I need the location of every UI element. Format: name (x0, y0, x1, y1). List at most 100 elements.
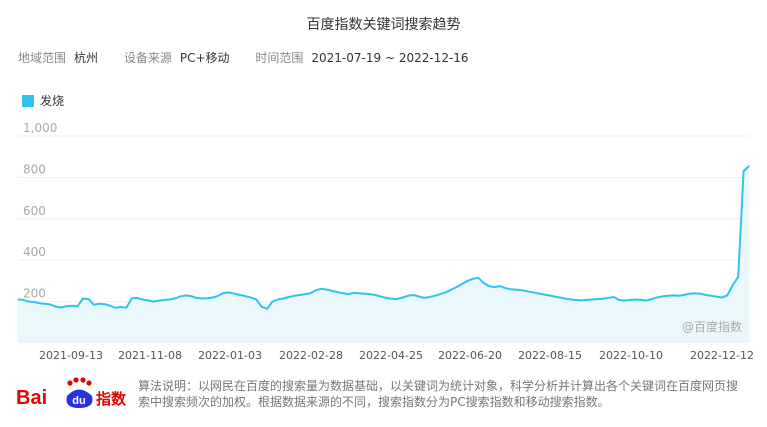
data-point (412, 294, 414, 296)
baidu-index-logo: Bai du 指数 (16, 377, 127, 409)
series-line[interactable] (17, 165, 750, 310)
data-point (120, 306, 122, 308)
data-point (49, 303, 52, 306)
data-point (645, 300, 647, 302)
data-point (493, 286, 496, 288)
data-point (77, 305, 79, 307)
data-point (434, 295, 436, 297)
data-point (661, 295, 664, 297)
data-point (515, 289, 517, 291)
data-point (688, 293, 691, 295)
algorithm-note: 算法说明：以网民在百度的搜索量为数据基础，以关键词为统计对象，科学分析并计算出各… (138, 379, 739, 409)
data-point (726, 294, 728, 296)
time-range-value: 2021-07-19 ~ 2022-12-16 (311, 51, 469, 65)
svg-text:指数: 指数 (96, 390, 127, 408)
data-point (185, 294, 187, 296)
data-point (737, 276, 739, 278)
data-point (320, 288, 322, 290)
data-point (82, 297, 84, 300)
legend-swatch (22, 94, 34, 107)
data-point (66, 305, 68, 307)
data-point (672, 294, 674, 296)
x-tick-label: 2021-11-08 (118, 349, 182, 362)
legend[interactable]: 发烧 (22, 92, 64, 109)
data-point (472, 278, 474, 280)
data-point (683, 294, 685, 296)
x-tick-label: 2022-06-20 (438, 349, 502, 362)
x-tick-label: 2022-08-15 (518, 349, 582, 362)
data-point (607, 297, 609, 299)
data-point (147, 299, 149, 301)
data-point (22, 299, 24, 301)
data-point (60, 306, 62, 308)
svg-text:Bai: Bai (16, 387, 47, 409)
data-point (623, 300, 626, 302)
data-point (743, 170, 745, 172)
data-point (28, 301, 30, 303)
data-point (385, 297, 387, 299)
y-axis-ticks: 1,000 800 600 400 200 (23, 121, 57, 301)
data-point (586, 299, 588, 301)
data-point (347, 293, 349, 295)
y-tick-label: 1,000 (23, 121, 57, 135)
data-point (558, 296, 561, 299)
data-point (196, 297, 198, 299)
data-point (261, 306, 263, 308)
data-point (694, 292, 696, 294)
data-point (55, 306, 57, 308)
data-point (87, 298, 89, 300)
x-tick-label: 2022-01-03 (198, 349, 262, 362)
data-point (179, 295, 181, 297)
data-point (396, 298, 398, 300)
data-point (353, 292, 355, 294)
data-point (705, 294, 707, 296)
data-point (401, 296, 404, 299)
data-point (629, 299, 631, 301)
data-point (250, 296, 252, 299)
data-point (380, 296, 382, 298)
data-point (98, 303, 100, 305)
footer: Bai du 指数 算法说明：以网民在百度的搜索量为数据基础，以关键词为统计对象… (16, 374, 756, 422)
data-point (710, 295, 712, 297)
data-point (591, 298, 593, 301)
data-point (174, 297, 176, 300)
data-point (244, 295, 246, 297)
data-point (282, 297, 284, 300)
data-point (531, 291, 534, 293)
data-point (114, 307, 117, 309)
data-point (445, 291, 447, 293)
series-area (18, 166, 749, 343)
data-point (418, 295, 420, 297)
data-point (315, 289, 317, 291)
data-point (342, 292, 344, 294)
data-point (93, 304, 95, 306)
y-tick-label: 600 (23, 204, 46, 218)
data-point (748, 165, 750, 167)
data-point (212, 296, 214, 299)
watermark: @百度指数 (682, 319, 742, 334)
trend-chart[interactable]: 1,000800600400200 2021-09-13 2021-11-08 20… (0, 120, 767, 370)
data-point (428, 296, 431, 298)
chart-title: 百度指数关键词搜索趋势 (306, 17, 461, 33)
data-point (542, 293, 544, 295)
data-point (125, 307, 127, 309)
data-point (732, 284, 734, 286)
data-point (277, 298, 279, 301)
data-point (461, 283, 463, 285)
data-point (363, 293, 366, 295)
data-point (304, 293, 306, 295)
y-tick-label: 200 (23, 287, 46, 301)
y-tick-label: 400 (23, 245, 46, 259)
data-point (618, 299, 620, 301)
x-tick-label: 2021-09-13 (39, 349, 103, 362)
data-point (299, 294, 301, 296)
data-point (358, 292, 360, 294)
data-point (109, 305, 111, 307)
data-point (596, 298, 599, 300)
data-point (374, 294, 376, 296)
data-point (439, 293, 441, 295)
data-point (602, 298, 604, 300)
x-tick-label: 2022-12-12 (690, 349, 754, 362)
data-point (369, 293, 371, 295)
x-tick-label: 2022-02-28 (279, 349, 343, 362)
